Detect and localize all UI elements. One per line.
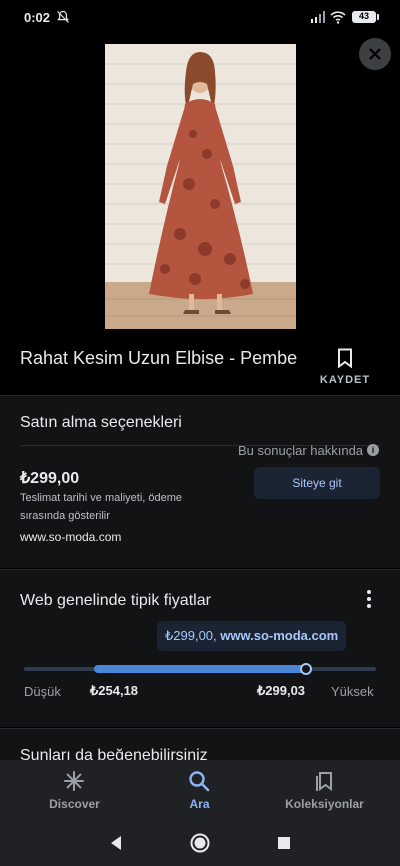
price-tooltip: ₺299,00, www.so-moda.com xyxy=(157,621,347,651)
tooltip-site: www.so-moda.com xyxy=(220,628,339,643)
about-results-link[interactable]: Bu sonuçlar hakkında xyxy=(238,443,363,458)
price-range-fill xyxy=(94,665,306,673)
high-value: ₺299,03 xyxy=(257,683,306,698)
close-icon xyxy=(369,48,381,60)
back-icon[interactable] xyxy=(105,832,127,854)
save-button[interactable]: KAYDET xyxy=(318,346,372,392)
battery-tip xyxy=(377,14,379,20)
merchant-site[interactable]: www.so-moda.com xyxy=(20,530,121,544)
status-time: 0:02 xyxy=(24,10,51,25)
delivery-note: Teslimat tarihi ve maliyeti, ödeme sıras… xyxy=(20,492,183,522)
asterisk-icon xyxy=(64,771,84,791)
nav-search[interactable]: Ara xyxy=(133,760,266,820)
low-value: ₺254,18 xyxy=(90,683,139,698)
recents-icon[interactable] xyxy=(273,832,295,854)
offer-price: ₺299,00 xyxy=(20,470,80,487)
close-button[interactable] xyxy=(359,38,391,70)
product-title-row: Rahat Kesim Uzun Elbise - Pembe KAYDET xyxy=(0,340,400,394)
save-label: KAYDET xyxy=(319,374,371,386)
search-icon xyxy=(189,771,210,792)
product-image[interactable] xyxy=(105,44,296,329)
home-icon[interactable] xyxy=(189,832,211,854)
nav-label: Koleksiyonlar xyxy=(285,797,364,811)
system-navigation-bar xyxy=(0,820,400,866)
notifications-off-icon xyxy=(57,10,69,23)
product-photo-illustration xyxy=(105,44,296,329)
purchase-options-heading: Satın alma seçenekleri xyxy=(20,414,182,431)
product-title: Rahat Kesim Uzun Elbise - Pembe xyxy=(20,348,298,368)
more-options-icon[interactable] xyxy=(362,590,376,610)
info-icon[interactable]: i xyxy=(367,444,379,456)
typical-prices-card: Web genelinde tipik fiyatlar ₺299,00, ww… xyxy=(0,569,400,727)
visit-site-button[interactable]: Siteye git xyxy=(254,467,380,499)
signal-icon xyxy=(311,11,325,23)
nav-label: Discover xyxy=(49,797,100,811)
bookmark-icon xyxy=(338,348,352,368)
purchase-options-card: Satın alma seçenekleri Bu sonuçlar hakkı… xyxy=(0,395,400,568)
nav-discover[interactable]: Discover xyxy=(8,760,141,820)
tooltip-price: ₺299,00, xyxy=(165,628,221,643)
price-range-knob[interactable] xyxy=(299,663,312,675)
nav-collections[interactable]: Koleksiyonlar xyxy=(258,760,391,820)
high-label: Yüksek xyxy=(331,684,374,699)
low-label: Düşük xyxy=(24,684,61,699)
status-bar: 0:02 43 xyxy=(0,0,400,34)
wifi-icon xyxy=(330,11,346,24)
bottom-navigation: Discover Ara Koleksiyonlar xyxy=(0,760,400,820)
battery-indicator: 43 xyxy=(352,11,376,23)
nav-label: Ara xyxy=(189,797,210,811)
typical-prices-heading: Web genelinde tipik fiyatlar xyxy=(20,592,211,609)
collections-icon xyxy=(316,772,332,791)
